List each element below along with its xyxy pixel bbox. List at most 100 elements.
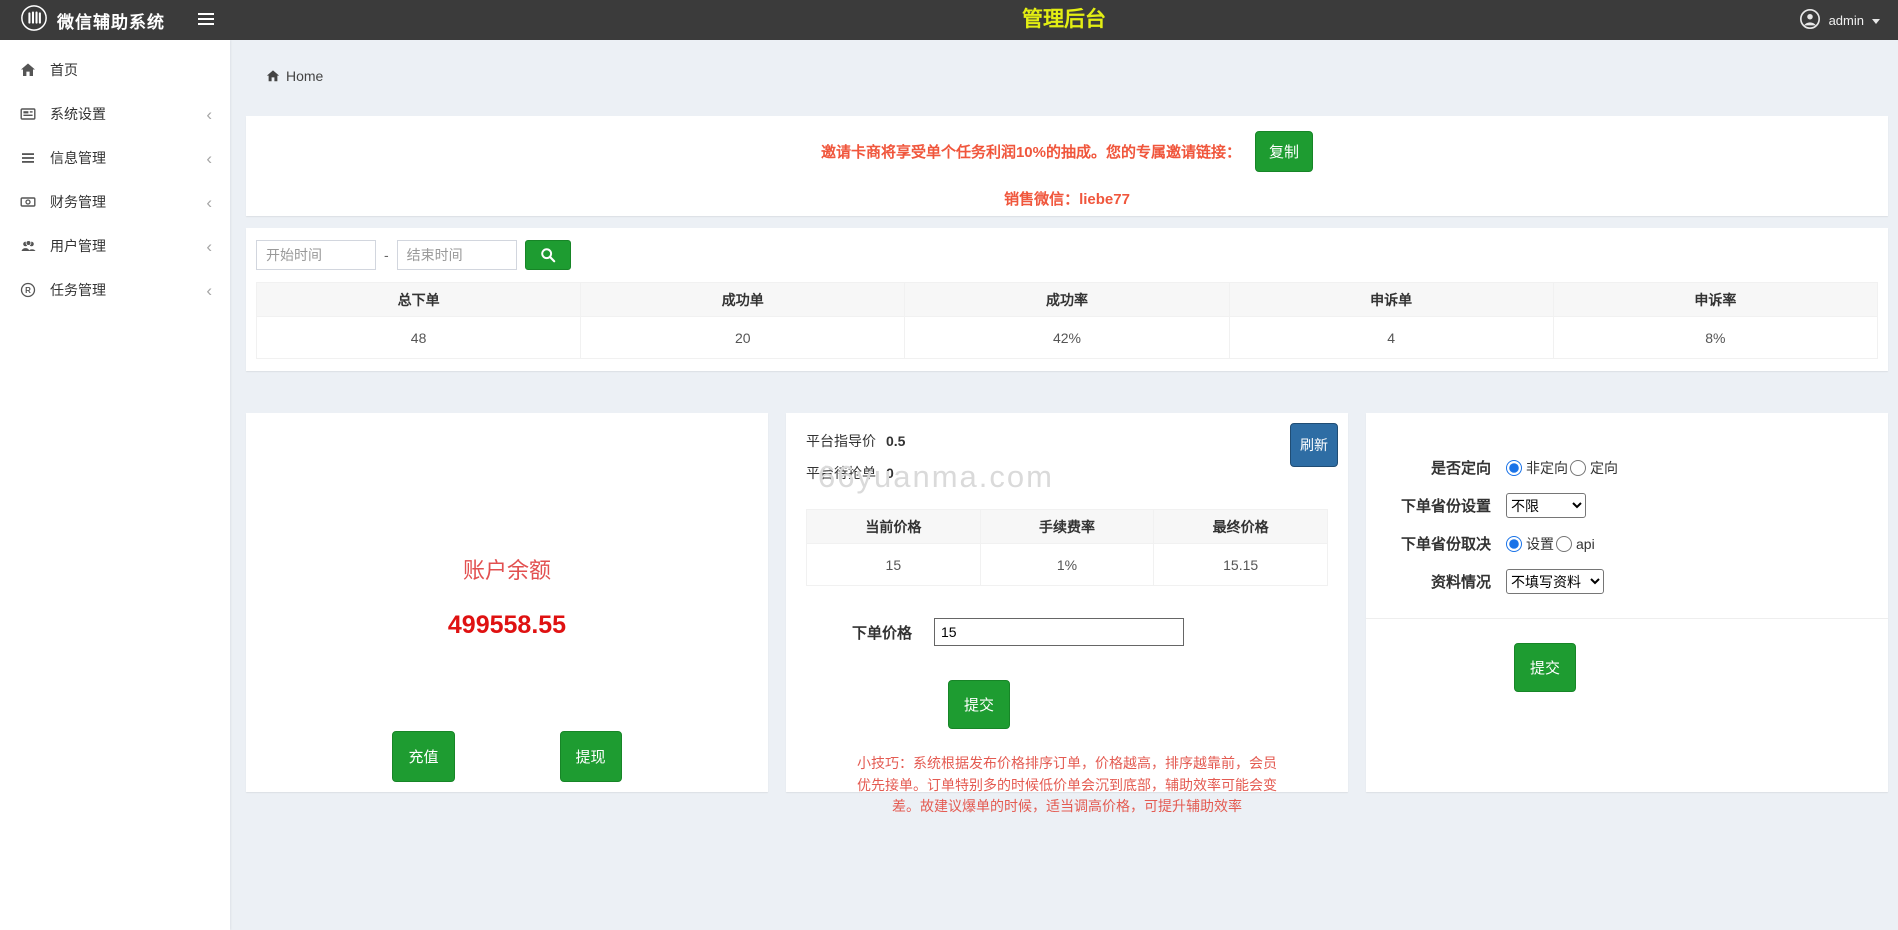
- balance-card: 账户余额 499558.55 充值 提现: [246, 413, 768, 792]
- chevron-left-icon: ‹: [206, 106, 212, 123]
- newspaper-icon: [19, 106, 37, 122]
- page-title: 管理后台: [230, 0, 1898, 40]
- user-menu[interactable]: admin: [1799, 0, 1880, 40]
- radio-directed-input[interactable]: [1570, 460, 1586, 476]
- sidebar-item-label: 首页: [50, 60, 78, 80]
- brand[interactable]: 微信辅助系统: [0, 0, 190, 40]
- app-logo-icon: [20, 4, 48, 37]
- stats-header-cell: 成功单: [581, 283, 905, 317]
- copy-invite-link-button[interactable]: 复制: [1255, 131, 1313, 172]
- recharge-button[interactable]: 充值: [392, 731, 454, 782]
- sidebar-item-label: 任务管理: [50, 280, 106, 300]
- breadcrumb[interactable]: Home: [246, 40, 1888, 116]
- chevron-left-icon: ‹: [206, 150, 212, 167]
- radio-non-directed-input[interactable]: [1506, 460, 1522, 476]
- invite-notice-card: 邀请卡商将享受单个任务利润10%的抽成。您的专属邀请链接： 复制 销售微信：li…: [246, 116, 1888, 216]
- breadcrumb-home-label: Home: [286, 68, 323, 84]
- home-icon: [266, 69, 280, 83]
- price-table-value-cell: 15: [807, 544, 981, 586]
- users-icon: [19, 238, 37, 254]
- sidebar-toggle-icon[interactable]: [198, 13, 216, 28]
- sidebar-item-label: 信息管理: [50, 148, 106, 168]
- order-submit-button[interactable]: 提交: [948, 680, 1010, 729]
- date-range-separator: -: [384, 247, 389, 263]
- chevron-left-icon: ‹: [206, 238, 212, 255]
- start-time-input[interactable]: [256, 240, 376, 270]
- price-table-header-cell: 最终价格: [1154, 510, 1328, 544]
- province-source-label: 下单省份取决: [1366, 533, 1506, 554]
- price-table-header-cell: 当前价格: [807, 510, 981, 544]
- money-icon: [19, 194, 37, 210]
- province-setting-label: 下单省份设置: [1366, 495, 1506, 516]
- sidebar: 首页 系统设置 ‹ 信息管理 ‹: [0, 40, 230, 930]
- balance-amount: 499558.55: [246, 611, 768, 640]
- svg-text:R: R: [25, 286, 31, 295]
- stats-value-cell: 4: [1229, 317, 1553, 359]
- dashboard-cards-row: 账户余额 499558.55 充值 提现 平台指导价0.5 平台待抢单0 刷新 …: [246, 413, 1888, 792]
- guide-price-value: 0.5: [886, 433, 905, 449]
- order-price-label: 下单价格: [852, 622, 912, 643]
- sidebar-item-system-settings[interactable]: 系统设置 ‹: [0, 92, 230, 136]
- province-select[interactable]: 不限: [1506, 493, 1586, 518]
- avatar-icon: [1799, 8, 1821, 33]
- stats-header-cell: 申诉单: [1229, 283, 1553, 317]
- sidebar-item-label: 系统设置: [50, 104, 106, 124]
- chevron-down-icon: [1872, 19, 1880, 24]
- price-table-header-cell: 手续费率: [980, 510, 1154, 544]
- stats-header-cell: 成功率: [905, 283, 1229, 317]
- divider: [1366, 618, 1888, 619]
- price-table-value-cell: 1%: [980, 544, 1154, 586]
- home-icon: [19, 62, 37, 78]
- chevron-left-icon: ‹: [206, 194, 212, 211]
- guide-price-label: 平台指导价: [806, 433, 876, 449]
- top-bar: 微信辅助系统 管理后台 admin: [0, 0, 1898, 40]
- sidebar-item-home[interactable]: 首页: [0, 48, 230, 92]
- search-button[interactable]: [525, 240, 571, 270]
- stats-card: - 总下单 成功单 成功率 申诉单 申诉率 48 20 42% 4: [246, 228, 1888, 371]
- stats-value-cell: 20: [581, 317, 905, 359]
- stats-value-cell: 42%: [905, 317, 1229, 359]
- stats-value-cell: 48: [257, 317, 581, 359]
- brand-title: 微信辅助系统: [57, 8, 165, 33]
- pending-orders-label: 平台待抢单: [806, 465, 876, 481]
- radio-source-setting[interactable]: 设置: [1506, 534, 1554, 554]
- main-content: Home 邀请卡商将享受单个任务利润10%的抽成。您的专属邀请链接： 复制 销售…: [230, 40, 1898, 930]
- price-table-value-cell: 15.15: [1154, 544, 1328, 586]
- direction-label: 是否定向: [1366, 457, 1506, 478]
- stats-header-cell: 申诉率: [1553, 283, 1877, 317]
- profile-status-label: 资料情况: [1366, 571, 1506, 592]
- radio-source-setting-input[interactable]: [1506, 536, 1522, 552]
- pending-orders-value: 0: [886, 465, 894, 481]
- price-table: 当前价格 手续费率 最终价格 15 1% 15.15: [806, 509, 1328, 586]
- sidebar-item-info-management[interactable]: 信息管理 ‹: [0, 136, 230, 180]
- invite-notice-text: 邀请卡商将享受单个任务利润10%的抽成。您的专属邀请链接：: [821, 141, 1241, 162]
- refresh-button[interactable]: 刷新: [1290, 423, 1338, 467]
- stats-header-cell: 总下单: [257, 283, 581, 317]
- registered-icon: R: [19, 282, 37, 298]
- sidebar-item-finance-management[interactable]: 财务管理 ‹: [0, 180, 230, 224]
- order-price-card: 平台指导价0.5 平台待抢单0 刷新 66yuanma.com 当前价格 手续费…: [786, 413, 1348, 792]
- end-time-input[interactable]: [397, 240, 517, 270]
- direction-submit-button[interactable]: 提交: [1514, 643, 1576, 692]
- sidebar-item-label: 用户管理: [50, 236, 106, 256]
- withdraw-button[interactable]: 提现: [560, 731, 622, 782]
- search-icon: [540, 247, 556, 263]
- stats-value-cell: 8%: [1553, 317, 1877, 359]
- username-label: admin: [1829, 13, 1864, 28]
- sidebar-item-user-management[interactable]: 用户管理 ‹: [0, 224, 230, 268]
- radio-source-api[interactable]: api: [1556, 536, 1595, 552]
- sidebar-item-task-management[interactable]: R 任务管理 ‹: [0, 268, 230, 312]
- radio-directed[interactable]: 定向: [1570, 458, 1618, 478]
- balance-title: 账户余额: [246, 553, 768, 585]
- sidebar-item-label: 财务管理: [50, 192, 106, 212]
- direction-settings-card: 是否定向 非定向 定向 下单省份设置 不限: [1366, 413, 1888, 792]
- sales-wechat-text: 销售微信：liebe77: [246, 188, 1888, 209]
- pricing-tips-text: 小技巧：系统根据发布价格排序订单，价格越高，排序越靠前，会员优先接单。订单特别多…: [852, 753, 1282, 818]
- radio-non-directed[interactable]: 非定向: [1506, 458, 1568, 478]
- order-stats-table: 总下单 成功单 成功率 申诉单 申诉率 48 20 42% 4 8%: [256, 282, 1878, 359]
- chevron-left-icon: ‹: [206, 282, 212, 299]
- list-icon: [19, 150, 37, 166]
- profile-select[interactable]: 不填写资料: [1506, 569, 1604, 594]
- order-price-input[interactable]: [934, 618, 1184, 646]
- radio-source-api-input[interactable]: [1556, 536, 1572, 552]
